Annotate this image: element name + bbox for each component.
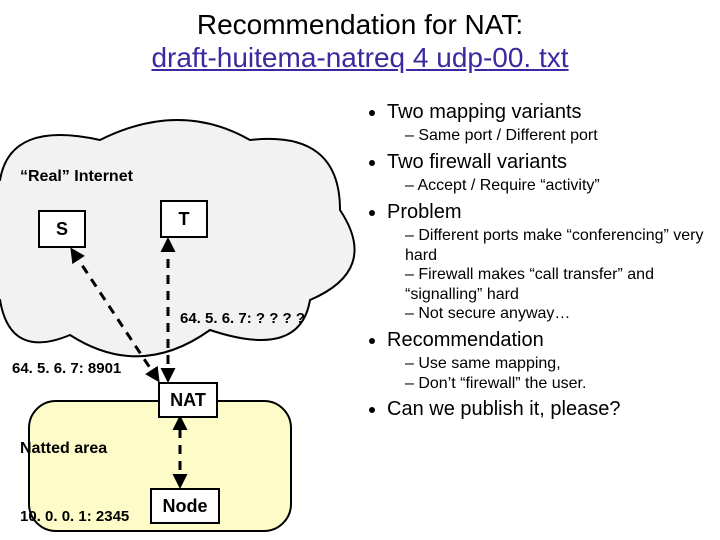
title-link[interactable]: draft-huitema-natreq 4 udp-00. txt xyxy=(151,42,568,73)
nat-box: NAT xyxy=(158,382,218,418)
subbullet-notsecure: Not secure anyway… xyxy=(405,304,710,324)
bullet-list: Two mapping variants Same port / Differe… xyxy=(365,100,710,422)
inner-node: Node xyxy=(150,488,220,524)
node-t: T xyxy=(160,200,208,238)
bullet-problem: Problem Different ports make “conferenci… xyxy=(387,200,710,324)
bullet-publish: Can we publish it, please? xyxy=(387,397,710,421)
subbullet-conferencing: Different ports make “conferencing” very… xyxy=(405,226,710,265)
subbullet-ports: Same port / Different port xyxy=(405,126,710,146)
addr-s: 64. 5. 6. 7: 8901 xyxy=(12,360,121,377)
bullet-recommendation: Recommendation Use same mapping, Don’t “… xyxy=(387,328,710,393)
node-s: S xyxy=(38,210,86,248)
bullet-firewall: Two firewall variants Accept / Require “… xyxy=(387,150,710,196)
subbullet-calltransfer: Firewall makes “call transfer” and “sign… xyxy=(405,265,710,304)
diagram-area: “Real” Internet Natted area S T NAT Node… xyxy=(10,110,350,530)
addr-t: 64. 5. 6. 7: ? ? ? ? xyxy=(180,310,305,327)
slide-title: Recommendation for NAT: draft-huitema-na… xyxy=(0,8,720,74)
subbullet-activity: Accept / Require “activity” xyxy=(405,176,710,196)
subbullet-samemapping: Use same mapping, xyxy=(405,354,710,374)
title-line-1: Recommendation for NAT: xyxy=(197,9,523,40)
bullet-mapping: Two mapping variants Same port / Differe… xyxy=(387,100,710,146)
addr-node: 10. 0. 0. 1: 2345 xyxy=(20,508,129,525)
subbullet-dontfirewall: Don’t “firewall” the user. xyxy=(405,374,710,394)
